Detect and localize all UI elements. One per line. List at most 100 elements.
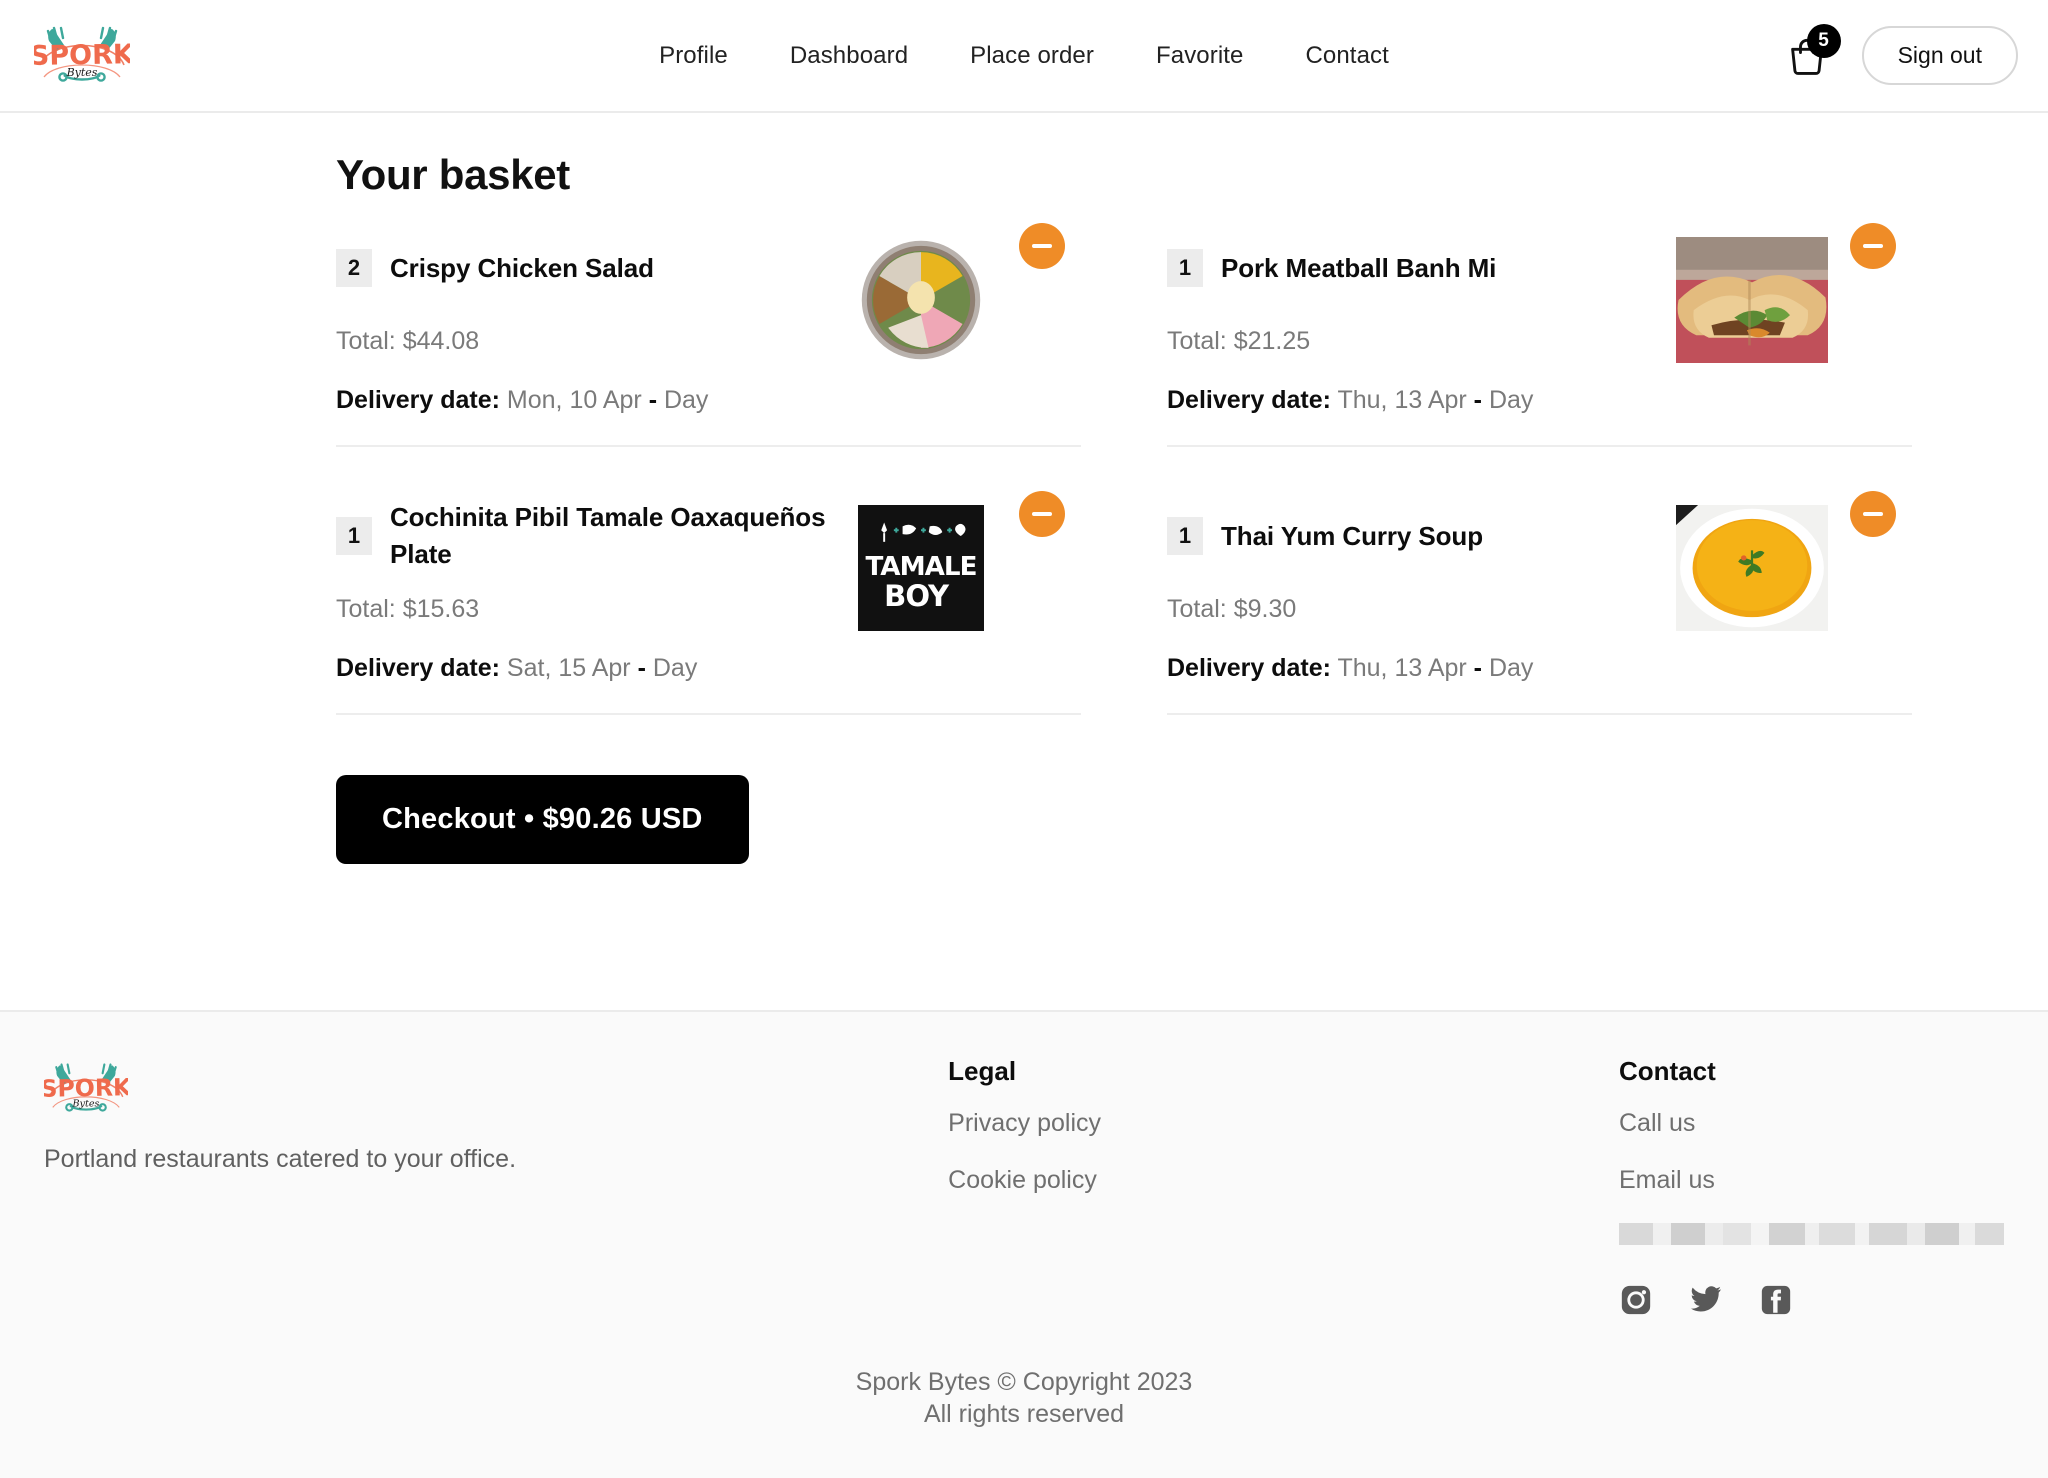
item-name: Crispy Chicken Salad <box>390 252 654 283</box>
redacted-email-text <box>1619 1223 2004 1245</box>
item-total-value: $15.63 <box>402 595 480 623</box>
svg-text:BOY: BOY <box>884 579 950 613</box>
item-delivery-label: Delivery date: <box>1167 654 1331 682</box>
nav-item-profile[interactable]: Profile <box>659 42 728 70</box>
footer-logo[interactable]: SPORK Bytes <box>40 1056 948 1127</box>
sign-out-button[interactable]: Sign out <box>1861 26 2018 85</box>
basket-item: 1 Cochinita Pibil Tamale Oaxaqueños Plat… <box>336 491 1081 715</box>
minus-icon <box>1032 512 1052 516</box>
item-delivery-slot: Day <box>652 654 698 682</box>
item-delivery-label: Delivery date: <box>1167 386 1331 414</box>
remove-item-button[interactable] <box>1850 223 1896 269</box>
item-total-value: $21.25 <box>1233 327 1311 355</box>
footer-contact-column: Contact Call us Email us <box>1619 1056 2004 1322</box>
item-thumbnail <box>1676 505 1828 631</box>
item-delivery-date: Thu, 13 Apr <box>1337 654 1467 682</box>
footer-link-privacy-policy[interactable]: Privacy policy <box>948 1109 1619 1138</box>
spork-bytes-logo-icon: SPORK Bytes <box>40 1063 133 1112</box>
cart-count-badge: 5 <box>1806 23 1841 58</box>
minus-icon <box>1863 512 1883 516</box>
footer-tagline: Portland restaurants catered to your off… <box>44 1145 517 1173</box>
basket-item: 1 Thai Yum Curry Soup Total: $9.30 Deliv… <box>1167 491 1912 715</box>
item-delivery-slot: Day <box>1488 654 1534 682</box>
footer-link-cookie-policy[interactable]: Cookie policy <box>948 1166 1619 1195</box>
footer-columns: SPORK Bytes Portland restaurants catered… <box>0 1056 2048 1322</box>
basket-page: Your basket 2 Crispy Chicken Salad Total… <box>0 113 2048 1010</box>
item-delivery-dash: - <box>637 654 646 682</box>
nav-item-place-order[interactable]: Place order <box>970 42 1094 70</box>
item-delivery-label: Delivery date: <box>336 654 500 682</box>
item-quantity-badge: 1 <box>1167 516 1203 556</box>
footer-social-links <box>1619 1283 2004 1322</box>
footer-copyright-line1: Spork Bytes © Copyright 2023 <box>855 1368 1193 1396</box>
item-delivery-date: Mon, 10 Apr <box>506 386 642 414</box>
thai-yum-curry-soup-photo <box>1676 505 1828 631</box>
svg-text:TAMALE: TAMALE <box>865 552 976 582</box>
footer-legal-column: Legal Privacy policy Cookie policy <box>948 1056 1619 1322</box>
checkout-button[interactable]: Checkout • $90.26 USD <box>336 775 749 864</box>
minus-icon <box>1032 244 1052 248</box>
item-quantity-badge: 1 <box>1167 248 1203 288</box>
item-delivery-slot: Day <box>663 386 709 414</box>
item-total-label: Total: <box>1167 327 1227 355</box>
basket-item: 1 Pork Meatball Banh Mi Total: $21.25 De… <box>1167 223 1912 447</box>
footer-legal-heading: Legal <box>948 1056 1017 1086</box>
basket-item: 2 Crispy Chicken Salad Total: $44.08 Del… <box>336 223 1081 447</box>
main-navigation: Profile Dashboard Place order Favorite C… <box>659 42 1389 70</box>
cart-button[interactable]: 5 <box>1784 23 1841 79</box>
facebook-link[interactable] <box>1759 1283 1793 1322</box>
item-total-label: Total: <box>336 595 396 623</box>
item-total-label: Total: <box>1167 595 1227 623</box>
basket-items-grid: 2 Crispy Chicken Salad Total: $44.08 Del… <box>336 223 1912 767</box>
nav-item-contact[interactable]: Contact <box>1305 42 1388 70</box>
remove-item-button[interactable] <box>1019 223 1065 269</box>
item-thumbnail: TAMALE BOY <box>845 505 997 631</box>
item-quantity-badge: 1 <box>336 516 372 556</box>
svg-text:Bytes: Bytes <box>66 66 98 79</box>
item-total-label: Total: <box>336 327 396 355</box>
item-delivery: Delivery date: Thu, 13 Apr - Day <box>1167 386 1912 415</box>
item-delivery: Delivery date: Sat, 15 Apr - Day <box>336 654 1081 683</box>
item-delivery-date: Sat, 15 Apr <box>506 654 631 682</box>
item-delivery-date: Thu, 13 Apr <box>1337 386 1467 414</box>
site-footer: SPORK Bytes Portland restaurants catered… <box>0 1010 2048 1478</box>
svg-text:Bytes: Bytes <box>72 1099 100 1110</box>
crispy-chicken-salad-photo <box>861 240 981 360</box>
remove-item-button[interactable] <box>1019 491 1065 537</box>
header-actions: 5 Sign out <box>1784 23 2018 85</box>
nav-item-dashboard[interactable]: Dashboard <box>790 42 908 70</box>
item-delivery-label: Delivery date: <box>336 386 500 414</box>
item-thumbnail <box>845 237 997 363</box>
pork-meatball-banh-mi-photo <box>1676 237 1828 363</box>
item-quantity-badge: 2 <box>336 248 372 288</box>
twitter-link[interactable] <box>1689 1285 1723 1320</box>
item-delivery-dash: - <box>648 386 658 414</box>
item-name: Pork Meatball Banh Mi <box>1221 252 1497 283</box>
site-header: SPORK Bytes Profile Dashboard Place orde… <box>0 0 2048 113</box>
item-thumbnail <box>1676 237 1828 363</box>
minus-icon <box>1863 244 1883 248</box>
instagram-icon <box>1621 1285 1651 1315</box>
tamale-boy-logo: TAMALE BOY <box>858 505 984 631</box>
footer-link-call-us[interactable]: Call us <box>1619 1109 2004 1138</box>
header-logo[interactable]: SPORK Bytes <box>34 19 154 93</box>
instagram-link[interactable] <box>1619 1283 1653 1322</box>
footer-contact-heading: Contact <box>1619 1056 1716 1086</box>
facebook-icon <box>1761 1285 1791 1315</box>
item-delivery-dash: - <box>1473 654 1482 682</box>
page-title: Your basket <box>336 151 570 198</box>
nav-item-favorite[interactable]: Favorite <box>1156 42 1244 70</box>
item-delivery: Delivery date: Mon, 10 Apr - Day <box>336 386 1081 415</box>
footer-copyright: Spork Bytes © Copyright 2023 All rights … <box>0 1366 2048 1430</box>
remove-item-button[interactable] <box>1850 491 1896 537</box>
footer-copyright-line2: All rights reserved <box>923 1400 1125 1428</box>
item-name: Thai Yum Curry Soup <box>1221 520 1483 551</box>
twitter-icon <box>1691 1286 1721 1312</box>
spork-bytes-logo-icon: SPORK Bytes <box>34 26 130 82</box>
footer-link-email-us[interactable]: Email us <box>1619 1166 2004 1195</box>
item-delivery-slot: Day <box>1488 386 1534 414</box>
item-total-value: $44.08 <box>402 327 480 355</box>
item-total-value: $9.30 <box>1233 595 1297 623</box>
item-delivery: Delivery date: Thu, 13 Apr - Day <box>1167 654 1912 683</box>
footer-brand-column: SPORK Bytes Portland restaurants catered… <box>40 1056 948 1322</box>
